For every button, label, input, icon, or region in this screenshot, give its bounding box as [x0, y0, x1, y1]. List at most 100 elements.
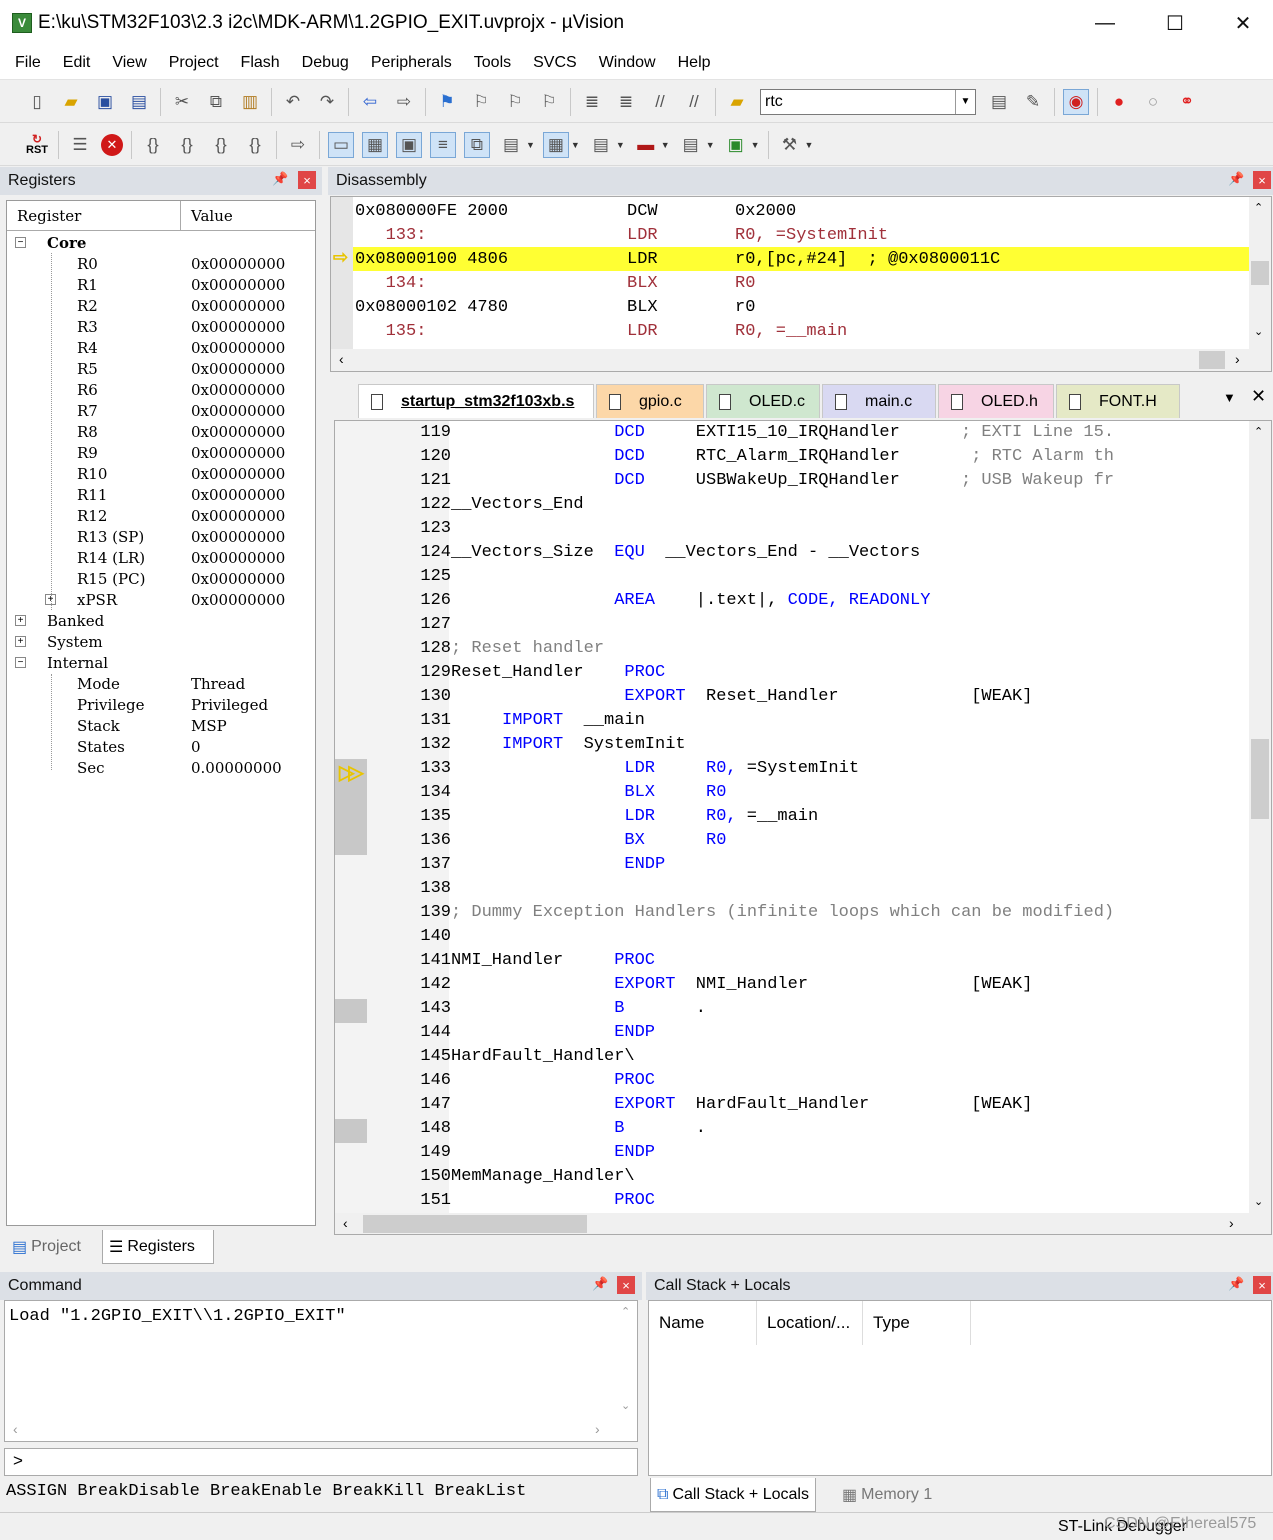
- cut-icon[interactable]: ✂: [169, 89, 195, 115]
- show-next-statement-icon[interactable]: ⇨: [285, 132, 311, 158]
- code-line[interactable]: LDR R0, =SystemInit: [449, 759, 1249, 783]
- scroll-thumb[interactable]: [1251, 261, 1269, 285]
- scroll-thumb[interactable]: [1251, 739, 1269, 819]
- menu-flash[interactable]: Flash: [230, 54, 291, 72]
- register-name[interactable]: R15 (PC): [77, 568, 145, 589]
- chevron-down-icon[interactable]: ▼: [571, 140, 580, 150]
- register-value[interactable]: 0x00000000: [191, 526, 285, 547]
- disable-breakpoint-icon[interactable]: ○: [1140, 89, 1166, 115]
- register-value[interactable]: 0x00000000: [191, 337, 285, 358]
- menu-peripherals[interactable]: Peripherals: [360, 54, 463, 72]
- code-line[interactable]: DCD RTC_Alarm_IRQHandler ; RTC Alarm th: [449, 447, 1249, 471]
- register-value[interactable]: 0x00000000: [191, 505, 285, 526]
- pin-icon[interactable]: 📌: [272, 171, 288, 187]
- source-editor[interactable]: 119 120 121 122 123 124 125 126 127 128 129 130 131 1…: [334, 420, 1272, 1235]
- indent-icon[interactable]: ≣: [579, 89, 605, 115]
- internal-value[interactable]: MSP: [191, 715, 227, 736]
- tab-oled-h[interactable]: OLED.h: [938, 384, 1054, 418]
- tab-gpio-c[interactable]: gpio.c: [596, 384, 704, 418]
- chevron-left-icon[interactable]: ‹: [343, 1215, 348, 1231]
- system-viewer-icon[interactable]: ▣: [723, 132, 749, 158]
- clear-bookmarks-icon[interactable]: ⚐: [536, 89, 562, 115]
- tree-expander-icon[interactable]: +: [15, 636, 26, 647]
- disassembly-line[interactable]: 0x08000102 4780 BLX r0: [331, 295, 1251, 319]
- code-line[interactable]: BX R0: [449, 831, 1249, 855]
- find-in-files-icon[interactable]: ▰: [724, 89, 750, 115]
- internal-name[interactable]: States: [77, 736, 125, 757]
- step-into-icon[interactable]: {}: [140, 132, 166, 158]
- tab-project[interactable]: ▤ Project: [6, 1230, 87, 1264]
- menu-help[interactable]: Help: [667, 54, 722, 72]
- register-name[interactable]: R9: [77, 442, 98, 463]
- save-icon[interactable]: ▣: [92, 89, 118, 115]
- tab-memory-1[interactable]: ▦ Memory 1: [836, 1478, 938, 1512]
- pin-icon[interactable]: 📌: [592, 1276, 608, 1292]
- run-icon[interactable]: ☰: [67, 132, 93, 158]
- find-input[interactable]: rtc: [761, 93, 955, 111]
- column-location[interactable]: Location/...: [757, 1301, 863, 1345]
- register-value[interactable]: 0x00000000: [191, 295, 285, 316]
- code-line[interactable]: HardFault_Handler\: [449, 1047, 1249, 1071]
- kill-breakpoints-icon[interactable]: ⚭: [1174, 89, 1200, 115]
- chevron-up-icon[interactable]: ⌃: [1254, 425, 1263, 438]
- register-name[interactable]: R5: [77, 358, 98, 379]
- find-icon[interactable]: ✎: [1020, 89, 1046, 115]
- internal-value[interactable]: Thread: [191, 673, 245, 694]
- step-out-icon[interactable]: {}: [208, 132, 234, 158]
- internal-value[interactable]: Privileged: [191, 694, 268, 715]
- tab-startup-stm32f103xb-s[interactable]: startup_stm32f103xb.s: [358, 384, 594, 418]
- tree-group-system[interactable]: System: [47, 631, 103, 652]
- register-value[interactable]: 0x00000000: [191, 274, 285, 295]
- code-line[interactable]: [449, 519, 1249, 543]
- column-type[interactable]: Type: [863, 1301, 971, 1345]
- code-line[interactable]: EXPORT NMI_Handler [WEAK]: [449, 975, 1249, 999]
- save-all-icon[interactable]: ▤: [126, 89, 152, 115]
- close-panel-button[interactable]: ×: [298, 171, 316, 189]
- tree-group-internal[interactable]: Internal: [47, 652, 108, 673]
- redo-icon[interactable]: ↷: [314, 89, 340, 115]
- register-value[interactable]: 0x00000000: [191, 421, 285, 442]
- code-line[interactable]: ; Reset handler: [449, 639, 1249, 663]
- nav-back-icon[interactable]: ⇦: [357, 89, 383, 115]
- close-button[interactable]: ✕: [1208, 0, 1273, 46]
- next-bookmark-icon[interactable]: ⚐: [502, 89, 528, 115]
- internal-name[interactable]: Stack: [77, 715, 120, 736]
- register-value[interactable]: 0x00000000: [191, 589, 285, 610]
- code-line[interactable]: MemManage_Handler\: [449, 1167, 1249, 1191]
- minimize-button[interactable]: —: [1070, 0, 1140, 46]
- register-name[interactable]: R10: [77, 463, 107, 484]
- tree-group-banked[interactable]: Banked: [47, 610, 104, 631]
- code-line[interactable]: [449, 927, 1249, 951]
- register-value[interactable]: 0x00000000: [191, 316, 285, 337]
- code-line[interactable]: EXPORT HardFault_Handler [WEAK]: [449, 1095, 1249, 1119]
- menu-view[interactable]: View: [101, 54, 157, 72]
- register-name[interactable]: R14 (LR): [77, 547, 145, 568]
- code-line[interactable]: IMPORT SystemInit: [449, 735, 1249, 759]
- register-value[interactable]: 0x00000000: [191, 379, 285, 400]
- chevron-down-icon[interactable]: ▼: [751, 140, 760, 150]
- stop-icon[interactable]: ✕: [101, 133, 123, 156]
- bookmark-icon[interactable]: ⚑: [434, 89, 460, 115]
- trace-window-icon[interactable]: ▤: [678, 132, 704, 158]
- close-panel-button[interactable]: ×: [617, 1276, 635, 1294]
- step-over-icon[interactable]: {}: [174, 132, 200, 158]
- internal-value[interactable]: 0.00000000: [191, 757, 282, 778]
- code-line[interactable]: B.: [449, 1119, 1249, 1143]
- tab-list-icon[interactable]: ▼: [1223, 390, 1236, 405]
- menu-window[interactable]: Window: [588, 54, 667, 72]
- scroll-thumb[interactable]: [1199, 351, 1225, 369]
- disassembly-view[interactable]: 0x080000FE 2000 DCW 0x2000 133: LDR R0, =Sys…: [330, 196, 1272, 372]
- register-name[interactable]: R4: [77, 337, 98, 358]
- register-value[interactable]: 0x00000000: [191, 547, 285, 568]
- register-name[interactable]: R3: [77, 316, 98, 337]
- internal-name[interactable]: Sec: [77, 757, 105, 778]
- tab-registers[interactable]: ☰ Registers: [102, 1230, 214, 1264]
- column-value[interactable]: Value: [181, 201, 315, 230]
- reset-cpu-button[interactable]: ↻ RST: [24, 132, 50, 158]
- new-file-icon[interactable]: ▯: [24, 89, 50, 115]
- paste-icon[interactable]: ▥: [237, 89, 263, 115]
- chevron-down-icon[interactable]: ▼: [526, 140, 535, 150]
- menu-svcs[interactable]: SVCS: [522, 54, 588, 72]
- tree-expander-icon[interactable]: −: [15, 237, 26, 248]
- internal-name[interactable]: Privilege: [77, 694, 145, 715]
